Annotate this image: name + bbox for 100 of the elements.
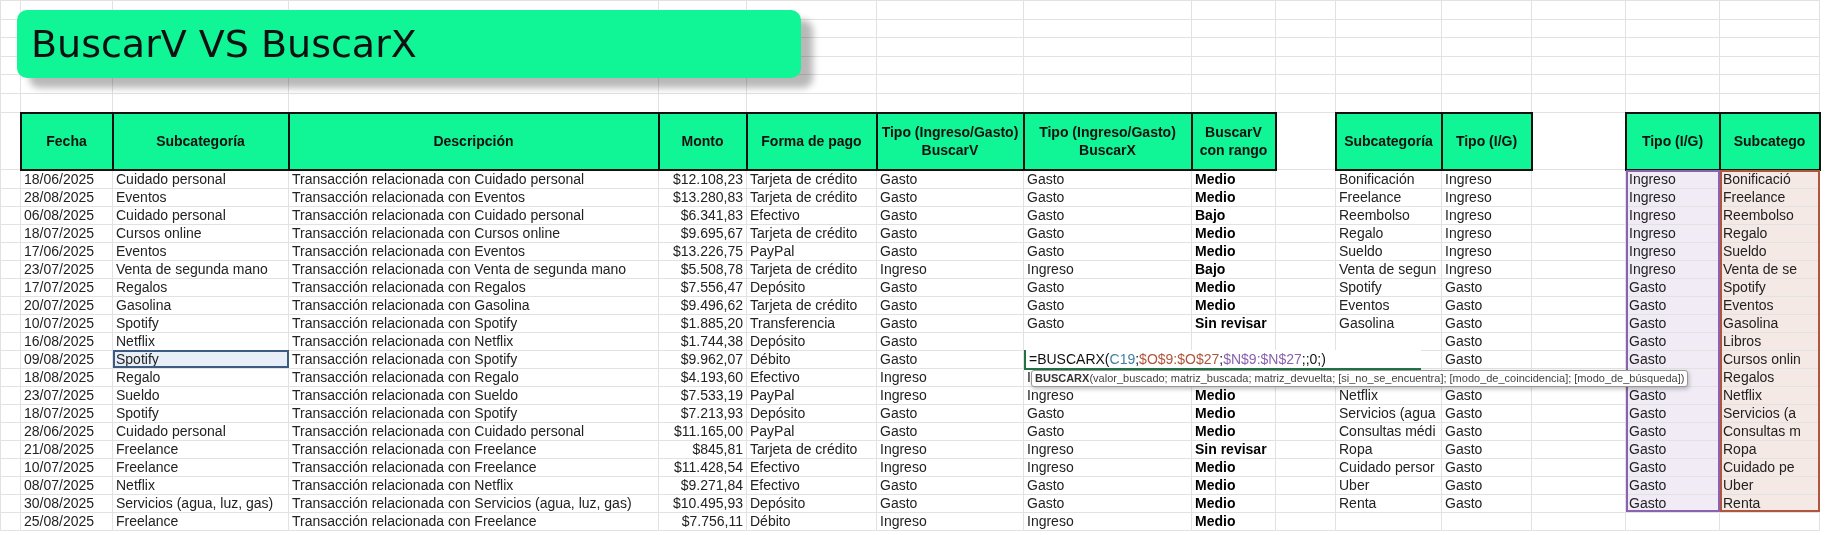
table-cell: Gasto xyxy=(1023,242,1192,261)
table-cell: 06/08/2025 xyxy=(20,206,113,225)
table-cell: $7.756,11 xyxy=(658,512,747,531)
table-cell: Ingreso xyxy=(1441,224,1532,243)
table-cell: Transacción relacionada con Venta de segunda mano xyxy=(288,260,659,279)
table-cell: Ingreso xyxy=(1023,512,1192,531)
table-cell: Transacción relacionada con Sueldo xyxy=(288,386,659,405)
table-cell: 28/06/2025 xyxy=(20,422,113,441)
table-cell: Sueldo xyxy=(1335,242,1442,261)
table-cell: Tarjeta de crédito xyxy=(746,169,877,189)
table-cell: Transacción relacionada con Servicios (agua, luz, gas) xyxy=(288,494,659,513)
table-cell: Gasto xyxy=(1441,476,1532,495)
column-header: Subcategoría xyxy=(112,112,289,170)
table-cell: PayPal xyxy=(746,422,877,441)
table-cell: Medio xyxy=(1191,169,1276,189)
table-cell: Transacción relacionada con Cuidado personal xyxy=(288,422,659,441)
table-cell: 09/08/2025 xyxy=(20,350,113,369)
table-cell: 18/07/2025 xyxy=(20,404,113,423)
table-cell: Gasto xyxy=(876,169,1024,189)
table-cell: Eventos xyxy=(1335,296,1442,315)
column-header: Tipo (Ingreso/Gasto) BuscarX xyxy=(1023,112,1192,170)
table-cell: Ingreso xyxy=(1023,440,1192,459)
table-cell: Ingreso xyxy=(1441,242,1532,261)
table-cell: Ingreso xyxy=(876,512,1024,531)
table-cell: Medio xyxy=(1191,224,1276,243)
table-cell: 17/07/2025 xyxy=(20,278,113,297)
table-cell: Transferencia xyxy=(746,314,877,333)
table-cell: Transacción relacionada con Freelance xyxy=(288,512,659,531)
table-cell: $1.885,20 xyxy=(658,314,747,333)
column-header: Tipo (I/G) xyxy=(1441,112,1532,170)
table-cell: $4.193,60 xyxy=(658,368,747,387)
column-header: Forma de pago xyxy=(746,112,877,170)
table-cell: Tarjeta de crédito xyxy=(746,188,877,207)
table-cell: 18/08/2025 xyxy=(20,368,113,387)
table-cell: Gasto xyxy=(1441,404,1532,423)
table-cell: Netflix xyxy=(1335,386,1442,405)
table-cell: Medio xyxy=(1191,476,1276,495)
table-cell: Ropa xyxy=(1335,440,1442,459)
table-cell: Gasolina xyxy=(1335,314,1442,333)
table-cell: Tarjeta de crédito xyxy=(746,260,877,279)
table-cell: Gasto xyxy=(876,314,1024,333)
table-cell: Gasto xyxy=(1441,440,1532,459)
table-cell: Efectivo xyxy=(746,476,877,495)
table-cell: Spotify xyxy=(112,350,289,369)
table-cell: Medio xyxy=(1191,278,1276,297)
table-cell: Tarjeta de crédito xyxy=(746,440,877,459)
table-cell: Ingreso xyxy=(1441,206,1532,225)
table-cell: Ingreso xyxy=(876,260,1024,279)
table-cell: 20/07/2025 xyxy=(20,296,113,315)
table-cell: Ingreso xyxy=(1023,458,1192,477)
table-cell: Gasto xyxy=(1441,296,1532,315)
table-cell: Gasto xyxy=(1023,206,1192,225)
table-cell: 18/07/2025 xyxy=(20,224,113,243)
table-cell: $11.428,54 xyxy=(658,458,747,477)
table-cell: Ingreso xyxy=(1441,188,1532,207)
table-cell: Bajo xyxy=(1191,206,1276,225)
table-cell: Cuidado personal xyxy=(112,169,289,189)
table-cell: $13.226,75 xyxy=(658,242,747,261)
table-cell: Cursos online xyxy=(112,224,289,243)
table-cell: Gasto xyxy=(1023,278,1192,297)
table-cell: Transacción relacionada con Netflix xyxy=(288,332,659,351)
table-cell: Débito xyxy=(746,512,877,531)
table-cell: Débito xyxy=(746,350,877,369)
table-cell: Transacción relacionada con Gasolina xyxy=(288,296,659,315)
table-cell: Medio xyxy=(1191,422,1276,441)
table-cell: Ingreso xyxy=(1441,169,1532,189)
table-cell: 25/08/2025 xyxy=(20,512,113,531)
table-cell: Sin revisar xyxy=(1191,314,1276,333)
table-cell: Gasto xyxy=(1023,169,1192,189)
table-cell: Freelance xyxy=(1335,188,1442,207)
column-header: Tipo (Ingreso/Gasto) BuscarV xyxy=(876,112,1024,170)
table-cell: Sin revisar xyxy=(1191,440,1276,459)
table-cell: $12.108,23 xyxy=(658,169,747,189)
table-cell: Gasto xyxy=(876,476,1024,495)
table-cell: $11.165,00 xyxy=(658,422,747,441)
table-cell: 08/07/2025 xyxy=(20,476,113,495)
table-cell: Sueldo xyxy=(112,386,289,405)
table-cell: Medio xyxy=(1191,512,1276,531)
table-cell: Gasto xyxy=(1023,422,1192,441)
table-cell: Gasolina xyxy=(112,296,289,315)
table-cell: $7.533,19 xyxy=(658,386,747,405)
table-cell: Gasto xyxy=(876,296,1024,315)
table-cell: Gasto xyxy=(1441,458,1532,477)
table-cell: Uber xyxy=(1335,476,1442,495)
table-cell: Eventos xyxy=(112,188,289,207)
table-cell: Gasto xyxy=(1441,314,1532,333)
table-cell: $1.744,38 xyxy=(658,332,747,351)
table-cell: Gasto xyxy=(1023,296,1192,315)
cell-editor[interactable]: =BUSCARX(C19;$O$9:$O$27;$N$9:$N$27;;0;) xyxy=(1024,349,1421,370)
table-cell: Depósito xyxy=(746,278,877,297)
table-cell: Cuidado personal xyxy=(112,206,289,225)
table-cell: Ingreso xyxy=(876,458,1024,477)
table-cell: Cuidado persor xyxy=(1335,458,1442,477)
column-header: Descripción xyxy=(288,112,659,170)
table-cell: Gasto xyxy=(1441,332,1532,351)
table-cell: Netflix xyxy=(112,476,289,495)
table-cell: 18/06/2025 xyxy=(20,169,113,189)
table-cell: $10.495,93 xyxy=(658,494,747,513)
table-cell: Gasto xyxy=(1023,494,1192,513)
table-cell: Depósito xyxy=(746,332,877,351)
